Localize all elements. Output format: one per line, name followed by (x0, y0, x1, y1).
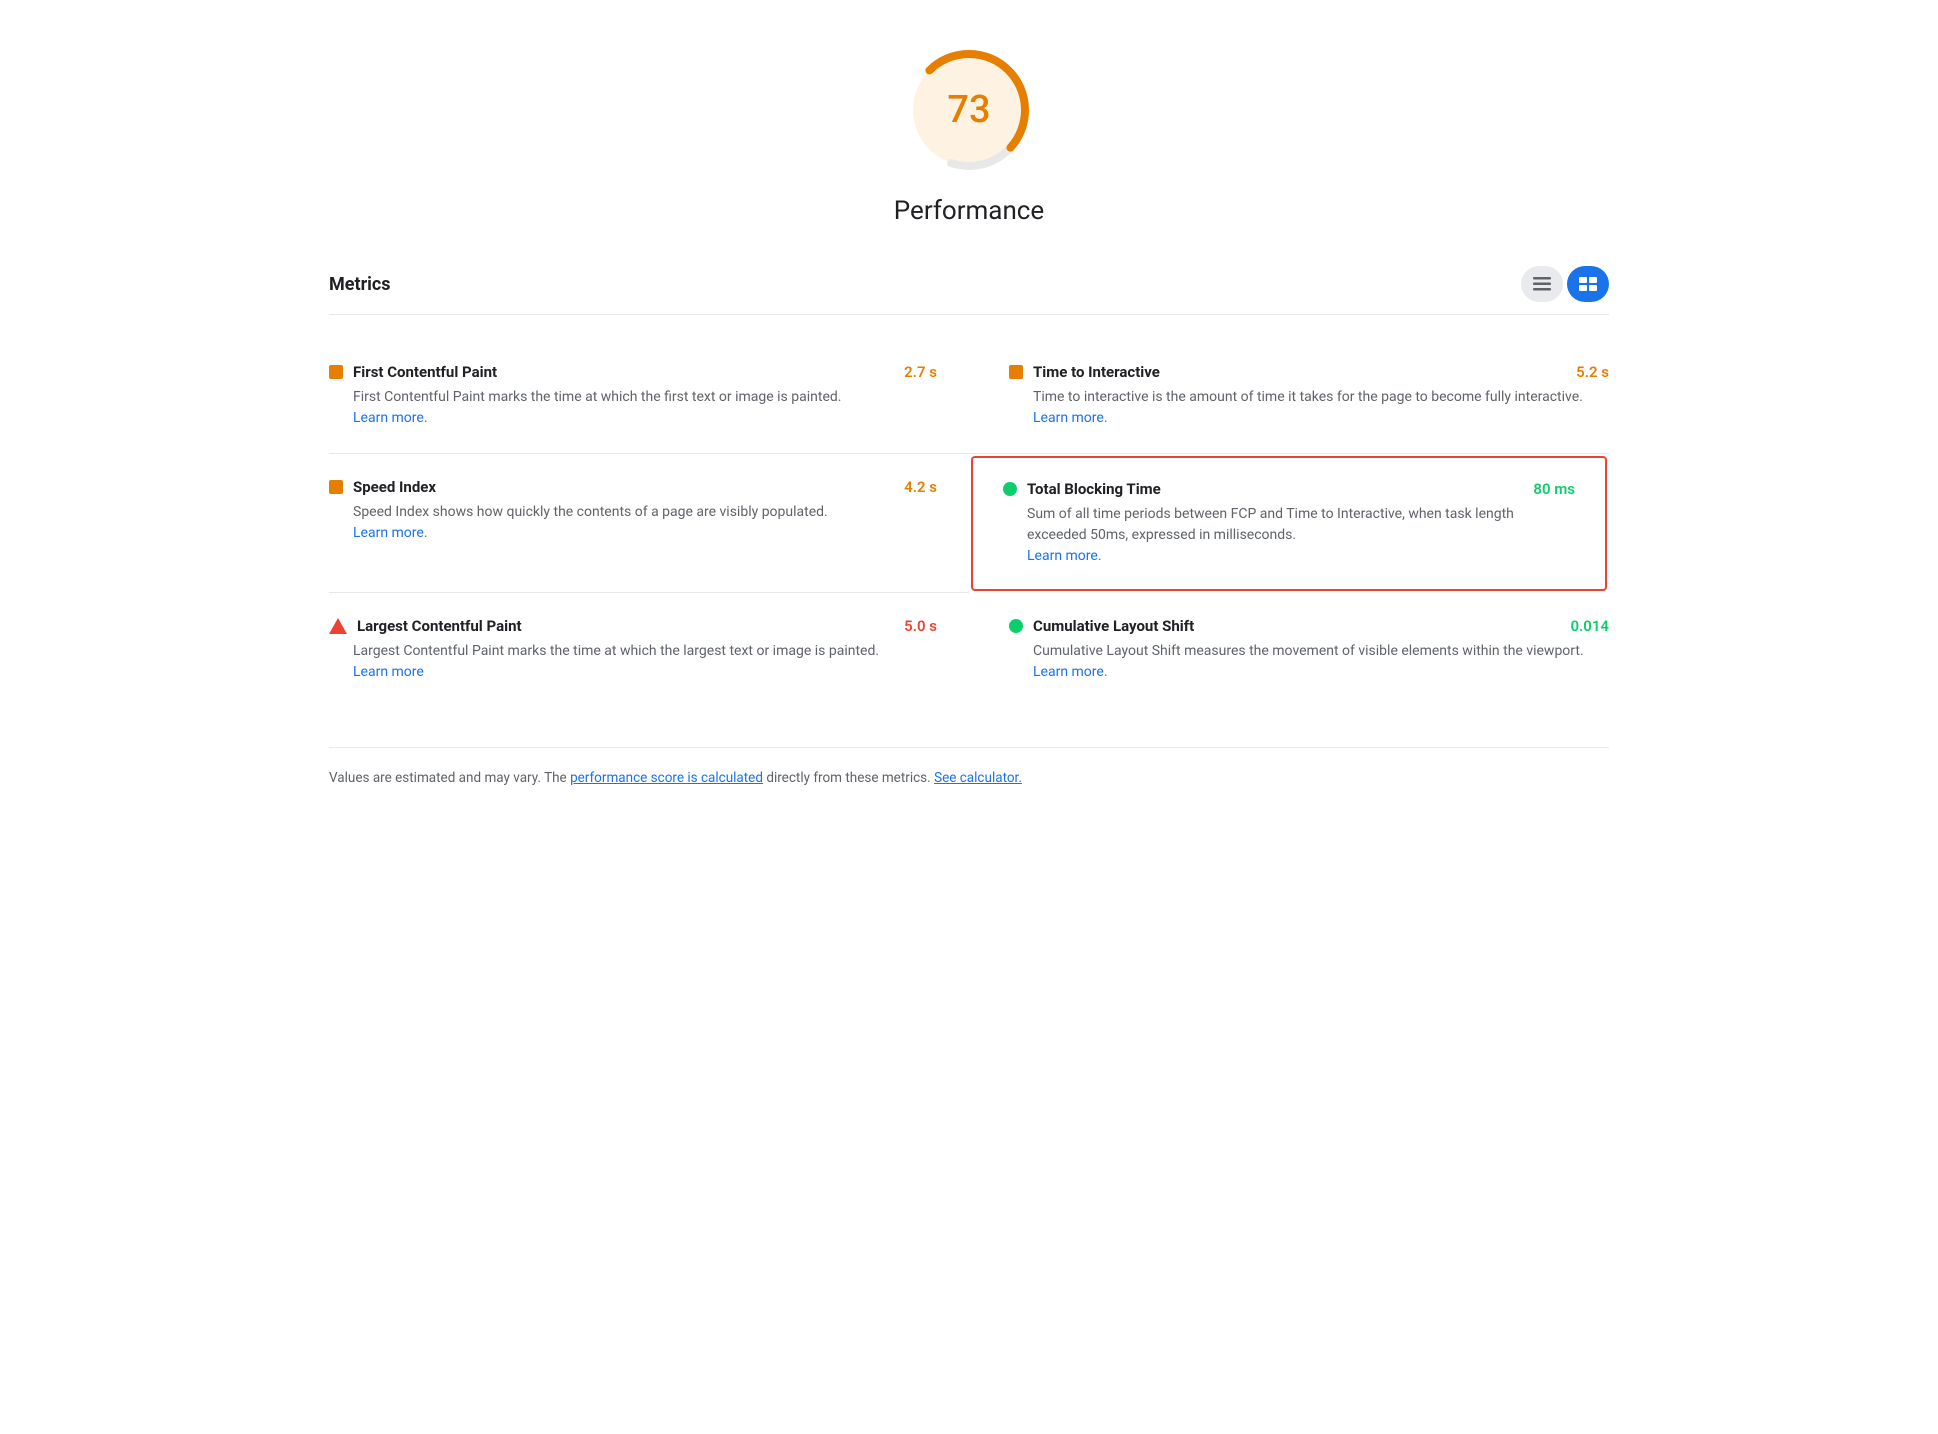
metrics-header: Metrics (329, 266, 1609, 315)
tbt-description: Sum of all time periods between FCP and … (1027, 504, 1575, 567)
metric-si: Speed Index 4.2 s Speed Index shows how … (329, 454, 969, 593)
fcp-name: First Contentful Paint (353, 363, 497, 381)
score-gauge: 73 (899, 40, 1039, 180)
metric-fcp: First Contentful Paint 2.7 s First Conte… (329, 339, 969, 454)
tbt-learn-more[interactable]: Learn more (1027, 548, 1098, 564)
metric-lcp-title-row: Largest Contentful Paint (329, 617, 522, 635)
metric-fcp-title-row: First Contentful Paint (329, 363, 497, 381)
cls-learn-more[interactable]: Learn more (1033, 664, 1104, 680)
detail-view-button[interactable] (1567, 266, 1609, 302)
metric-tti: Time to Interactive 5.2 s Time to intera… (969, 339, 1609, 454)
si-icon (329, 480, 343, 494)
metric-tti-header: Time to Interactive 5.2 s (1009, 363, 1609, 381)
list-view-button[interactable] (1521, 266, 1563, 302)
metric-lcp: Largest Contentful Paint 5.0 s Largest C… (329, 593, 969, 707)
si-name: Speed Index (353, 478, 436, 496)
metric-si-title-row: Speed Index (329, 478, 436, 496)
footer-text-middle: directly from these metrics. (766, 770, 934, 786)
tti-value: 5.2 s (1576, 363, 1609, 381)
metric-cls-header: Cumulative Layout Shift 0.014 (1009, 617, 1609, 635)
view-toggle (1521, 266, 1609, 302)
tti-name: Time to Interactive (1033, 363, 1160, 381)
metrics-grid: First Contentful Paint 2.7 s First Conte… (329, 339, 1609, 707)
tbt-value: 80 ms (1533, 480, 1575, 498)
cls-value: 0.014 (1570, 617, 1609, 635)
tti-learn-more[interactable]: Learn more (1033, 410, 1104, 426)
cls-name: Cumulative Layout Shift (1033, 617, 1194, 635)
calculator-link[interactable]: See calculator. (934, 770, 1022, 786)
footer-text-before: Values are estimated and may vary. The (329, 770, 570, 786)
tbt-name: Total Blocking Time (1027, 480, 1161, 498)
metric-cls-title-row: Cumulative Layout Shift (1009, 617, 1194, 635)
metric-si-header: Speed Index 4.2 s (329, 478, 937, 496)
fcp-icon (329, 365, 343, 379)
si-value: 4.2 s (904, 478, 937, 496)
footer-note: Values are estimated and may vary. The p… (329, 747, 1609, 788)
list-view-icon (1533, 277, 1551, 291)
si-description: Speed Index shows how quickly the conten… (353, 502, 937, 544)
metric-fcp-header: First Contentful Paint 2.7 s (329, 363, 937, 381)
metric-tti-title-row: Time to Interactive (1009, 363, 1160, 381)
score-value: 73 (947, 88, 990, 132)
metric-tbt: Total Blocking Time 80 ms Sum of all tim… (971, 456, 1607, 591)
lcp-value: 5.0 s (904, 617, 937, 635)
fcp-description: First Contentful Paint marks the time at… (353, 387, 937, 429)
metric-cls: Cumulative Layout Shift 0.014 Cumulative… (969, 593, 1609, 707)
detail-view-icon (1579, 277, 1597, 291)
tbt-icon (1003, 482, 1017, 496)
metric-tbt-title-row: Total Blocking Time (1003, 480, 1161, 498)
score-section: 73 Performance (329, 40, 1609, 226)
lcp-learn-more[interactable]: Learn more (353, 664, 424, 680)
tti-icon (1009, 365, 1023, 379)
cls-description: Cumulative Layout Shift measures the mov… (1033, 641, 1609, 683)
lcp-name: Largest Contentful Paint (357, 617, 522, 635)
fcp-learn-more[interactable]: Learn more (353, 410, 424, 426)
metric-lcp-header: Largest Contentful Paint 5.0 s (329, 617, 937, 635)
metrics-title: Metrics (329, 274, 391, 295)
si-learn-more[interactable]: Learn more (353, 525, 424, 541)
lcp-description: Largest Contentful Paint marks the time … (353, 641, 937, 683)
cls-icon (1009, 619, 1023, 633)
lcp-icon (329, 618, 347, 634)
performance-score-link[interactable]: performance score is calculated (570, 770, 763, 786)
metric-tbt-header: Total Blocking Time 80 ms (1003, 480, 1575, 498)
fcp-value: 2.7 s (904, 363, 937, 381)
tti-description: Time to interactive is the amount of tim… (1033, 387, 1609, 429)
